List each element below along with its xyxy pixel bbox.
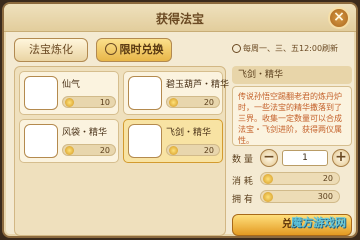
clock-icon [104,43,117,55]
quantity-label: 数 量 [232,155,253,165]
item-card-jade-gourd[interactable]: 碧玉葫芦・精华 20 [123,71,229,115]
price-bar: 10 [62,96,116,108]
cost-label: 消 耗 [232,177,253,187]
quantity-decrease-button[interactable]: − [260,149,278,167]
detail-description: 传说孙悟空踢翻老君的炼丹炉时，一些法宝的精华撒落到了三界。收集一定数量可以合成法… [232,86,352,146]
item-price: 20 [203,98,214,107]
detail-item-name: 飞剑・精华 [232,66,352,84]
item-list: 仙气 10 碧玉葫芦・精华 20 风袋・精华 20 飞剑・精华 20 [14,66,229,236]
item-name: 碧玉葫芦・精华 [166,80,230,90]
own-value: 300 [317,192,333,201]
quantity-field[interactable]: 1 [282,150,328,166]
item-price: 10 [99,98,110,107]
tab-limited-exchange-label: 限时兑换 [119,43,164,56]
wind-bag-icon [24,124,58,158]
dialog-title: 获得法宝 [155,12,204,26]
refresh-schedule: 每周一、三、五12:00刷新 [232,43,338,54]
item-name: 仙气 [62,80,81,90]
schedule-text: 每周一、三、五12:00刷新 [243,44,339,53]
close-button[interactable]: × [328,7,350,29]
clock-icon [232,44,241,53]
tab-limited-exchange[interactable]: 限时兑换 [96,38,172,62]
own-bar: 300 [260,190,340,203]
own-label: 拥 有 [232,195,253,205]
item-price: 20 [99,146,110,155]
coin-icon [263,192,273,202]
item-name: 飞剑・精华 [166,128,212,138]
coin-icon [65,98,74,107]
price-bar: 20 [166,144,220,156]
exchange-dialog: 获得法宝 × 法宝炼化 限时兑换 每周一、三、五12:00刷新 仙气 10 碧玉… [2,2,358,238]
spirit-orb-icon [24,76,58,110]
item-price: 20 [203,146,214,155]
price-bar: 20 [166,96,220,108]
jade-gourd-icon [128,76,162,110]
title-bar: 获得法宝 × [4,4,356,32]
item-detail: 飞剑・精华 传说孙悟空踢翻老君的炼丹炉时，一些法宝的精华撒落到了三界。收集一定数… [232,66,352,236]
item-card-flying-sword[interactable]: 飞剑・精华 20 [123,119,223,163]
quantity-increase-button[interactable]: + [332,149,350,167]
coin-icon [65,146,74,155]
flying-sword-icon [128,124,162,158]
item-card-wind-bag[interactable]: 风袋・精华 20 [19,119,119,163]
coin-icon [263,174,273,184]
tab-forge[interactable]: 法宝炼化 [14,38,88,62]
watermark-logo: 魔方游戏网 [291,216,346,229]
price-bar: 20 [62,144,116,156]
cost-bar: 20 [260,172,340,185]
cost-value: 20 [322,174,333,183]
coin-icon [169,146,178,155]
coin-icon [169,98,178,107]
item-name: 风袋・精华 [62,128,108,138]
item-card-xianqi[interactable]: 仙气 10 [19,71,119,115]
